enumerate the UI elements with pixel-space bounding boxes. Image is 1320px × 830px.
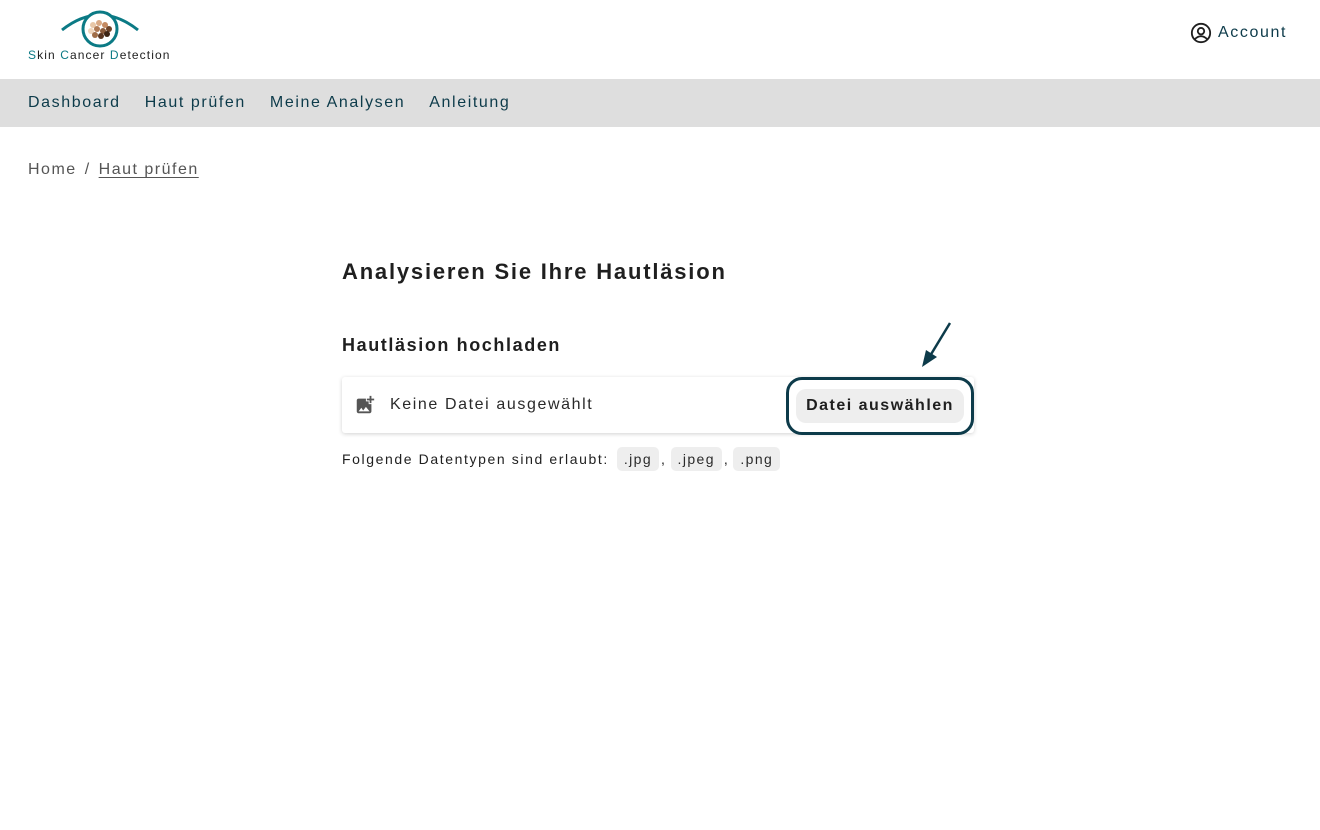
user-circle-icon: [1190, 22, 1212, 44]
file-type-chip-jpg: .jpg: [616, 447, 660, 471]
breadcrumb-home[interactable]: Home: [28, 161, 77, 179]
nav-item-meine-analysen[interactable]: Meine Analysen: [270, 94, 405, 112]
upload-section-title: Hautläsion hochladen: [342, 335, 562, 355]
nav-item-anleitung[interactable]: Anleitung: [429, 94, 510, 112]
type-separator: ,: [723, 451, 730, 467]
arrow-pointer-icon: [922, 322, 952, 367]
file-type-chip-png: .png: [733, 447, 781, 471]
type-separator: ,: [661, 451, 667, 467]
page-title: Analysieren Sie Ihre Hautläsion: [342, 259, 727, 284]
choose-file-button[interactable]: Datei auswählen: [786, 377, 974, 435]
file-upload-field[interactable]: Keine Datei ausgewählt Datei auswählen: [342, 377, 974, 435]
site-header: Skin Cancer Detection Account: [0, 0, 1320, 79]
main-nav: Dashboard Haut prüfen Meine Analysen Anl…: [0, 79, 1320, 127]
logo-text: Skin Cancer Detection: [28, 48, 171, 62]
file-status-text: Keine Datei ausgewählt: [390, 396, 594, 413]
breadcrumb: Home / Haut prüfen: [28, 161, 199, 179]
allowed-types-label: Folgende Datentypen sind erlaubt:: [342, 451, 609, 467]
breadcrumb-separator: /: [84, 161, 91, 178]
nav-item-haut-pruefen[interactable]: Haut prüfen: [145, 94, 246, 112]
account-link[interactable]: Account: [1190, 22, 1287, 44]
nav-item-dashboard[interactable]: Dashboard: [28, 94, 121, 112]
choose-file-label: Datei auswählen: [796, 389, 964, 423]
allowed-types: Folgende Datentypen sind erlaubt: .jpg ,…: [342, 447, 781, 471]
account-label: Account: [1217, 24, 1287, 41]
eye-icon: [61, 10, 139, 48]
breadcrumb-current[interactable]: Haut prüfen: [99, 161, 199, 179]
add-image-icon: [356, 395, 375, 414]
logo[interactable]: Skin Cancer Detection: [28, 8, 178, 64]
file-type-chip-jpeg: .jpeg: [670, 447, 722, 471]
